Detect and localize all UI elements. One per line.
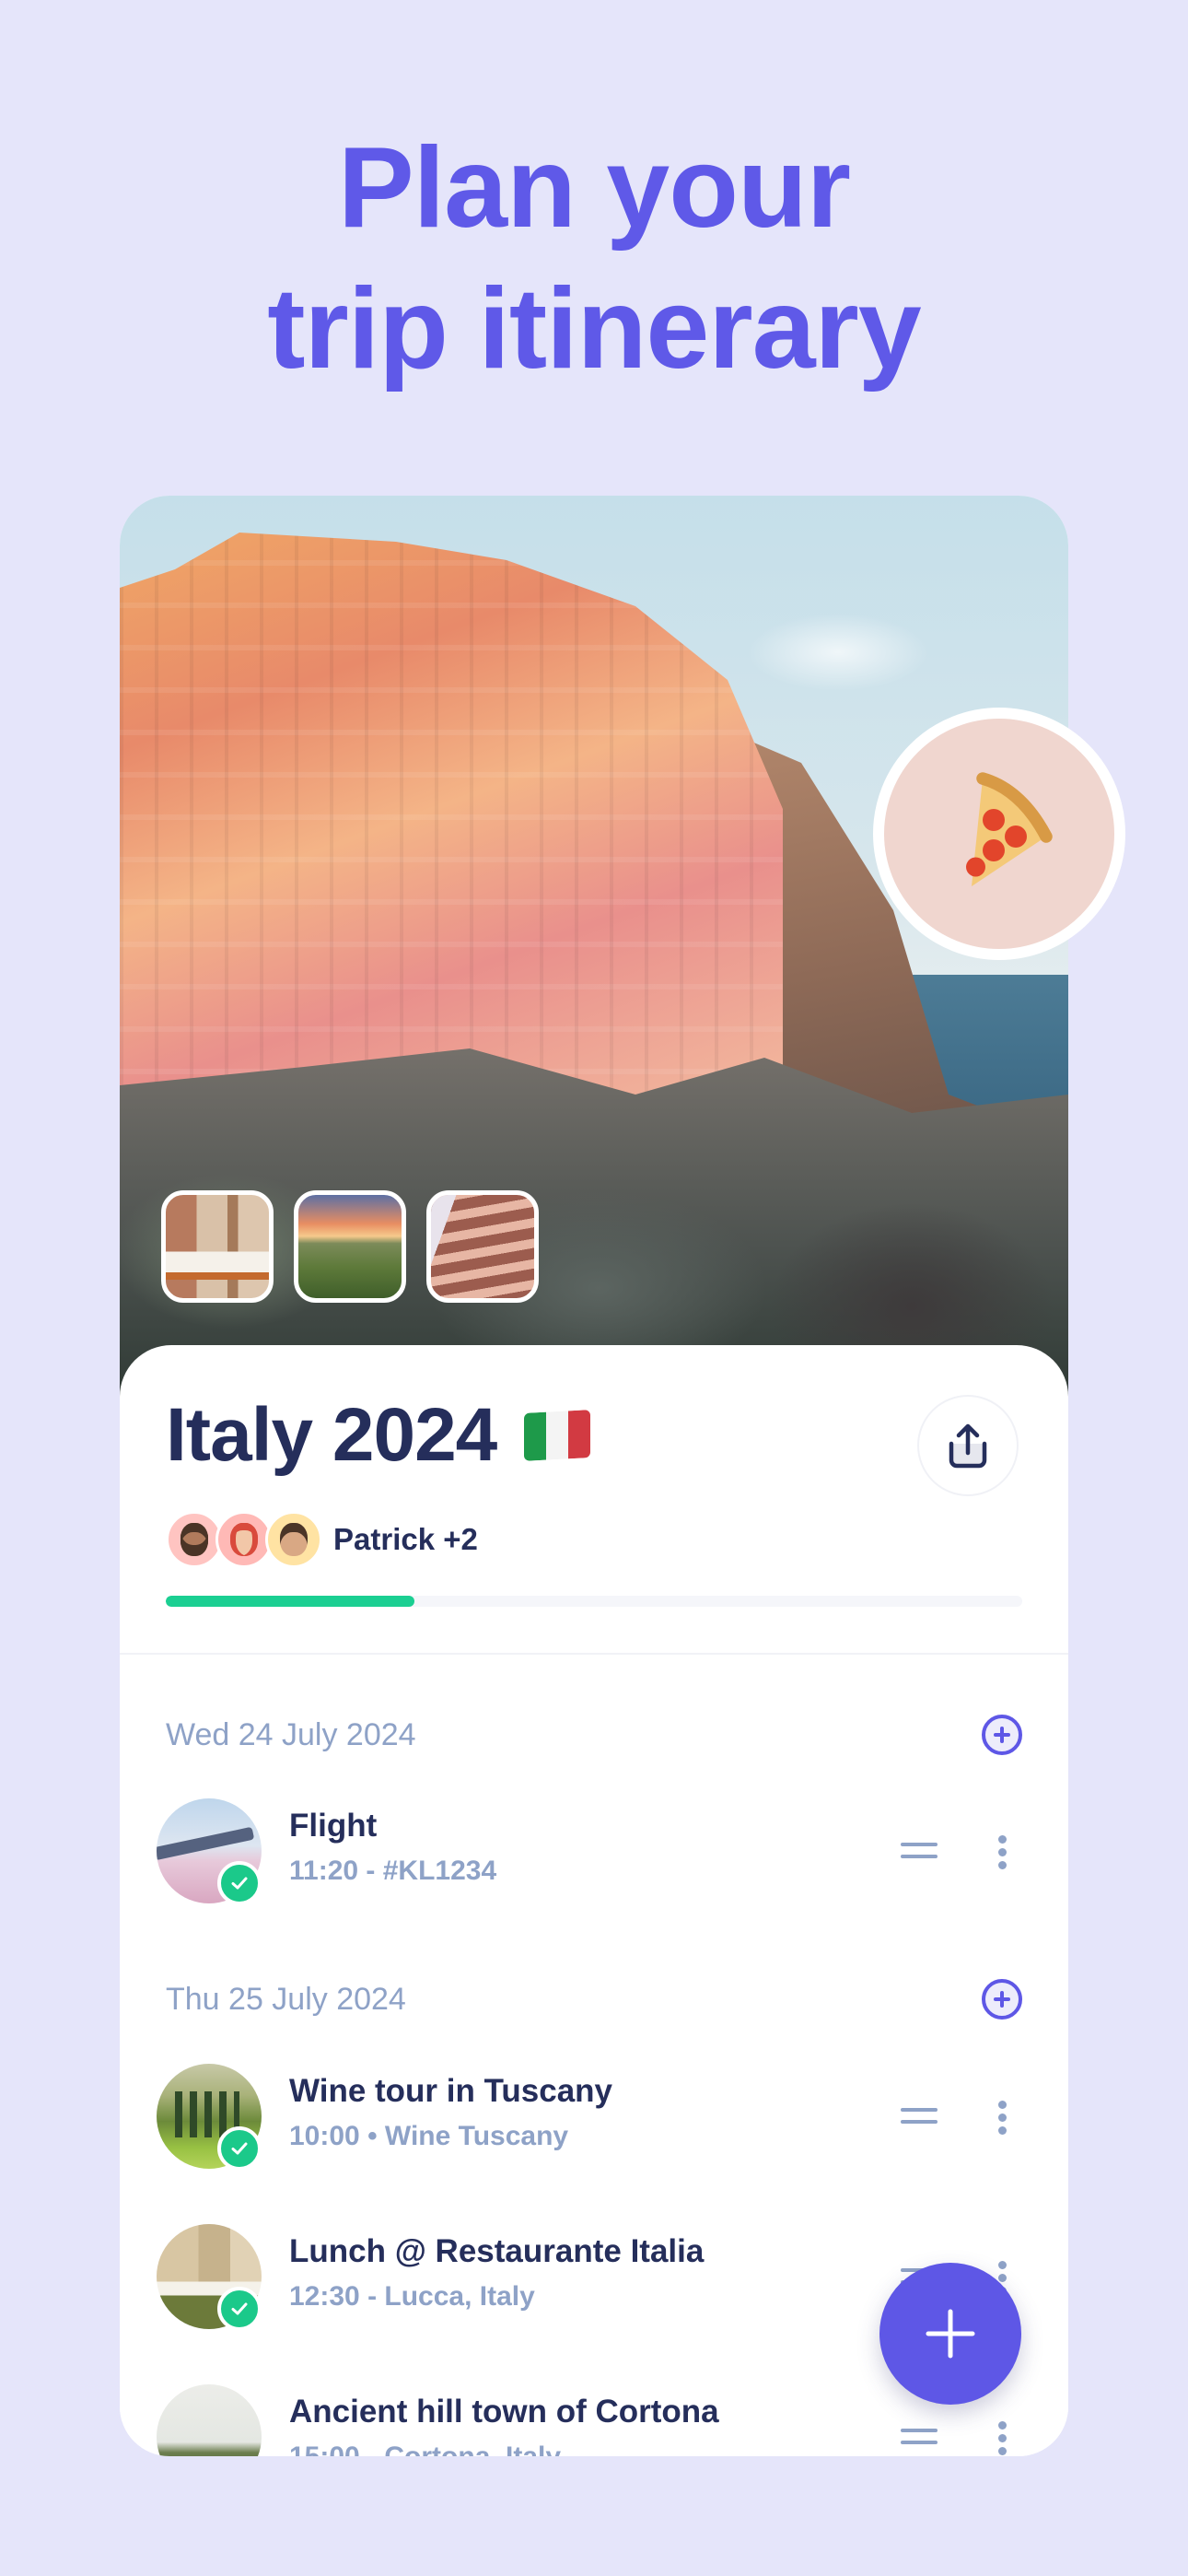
add-activity-button[interactable] [982,1979,1022,2020]
list-item[interactable]: Ancient hill town of Cortona 15:00 - Cor… [157,2384,1031,2456]
avatar [215,1511,273,1568]
more-options-icon[interactable] [996,2421,1007,2456]
avatar [166,1511,223,1568]
italy-flag-icon [524,1410,591,1461]
item-subtitle: 11:20 - #KL1234 [289,1856,497,1886]
thumbnail-tower[interactable] [426,1190,539,1303]
list-item[interactable]: Flight 11:20 - #KL1234 [157,1798,1031,1905]
item-title: Wine tour in Tuscany [289,2073,613,2109]
drag-handle-icon[interactable] [901,1843,938,1861]
add-activity-button[interactable] [982,1715,1022,1755]
trip-emoji-badge[interactable] [873,708,1125,960]
trip-progress-fill [166,1596,414,1607]
item-subtitle: 15:00 - Cortona, Italy [289,2441,561,2456]
add-item-fab[interactable] [879,2263,1021,2405]
item-subtitle: 10:00 • Wine Tuscany [289,2121,569,2151]
avatar [265,1511,322,1568]
photo-thumbnails [161,1190,539,1303]
item-title: Lunch @ Restaurante Italia [289,2233,705,2269]
drag-handle-icon[interactable] [901,2108,938,2126]
hero-image [120,496,1068,1399]
list-item[interactable]: Wine tour in Tuscany 10:00 • Wine Tuscan… [157,2064,1031,2171]
item-title: Ancient hill town of Cortona [289,2394,719,2430]
day-header: Thu 25 July 2024 [166,1976,1022,2022]
day-label: Thu 25 July 2024 [166,1981,406,2017]
check-icon [217,2126,262,2171]
thumbnail-restaurant[interactable] [161,1190,274,1303]
share-button[interactable] [917,1395,1019,1496]
trip-title-text: Italy 2024 [166,1393,497,1477]
headline: Plan your trip itinerary [0,118,1188,400]
more-options-icon[interactable] [996,2101,1007,2137]
cortona-hill-photo [157,2384,262,2456]
plus-icon [926,2309,975,2359]
headline-line-2: trip itinerary [267,265,922,392]
thumbnail-sunset[interactable] [294,1190,406,1303]
members-label: Patrick +2 [333,1522,478,1556]
more-options-icon[interactable] [996,1835,1007,1872]
trip-members[interactable]: Patrick +2 [166,1511,478,1568]
trip-title: Italy 2024 [166,1389,591,1481]
check-icon [217,1861,262,1905]
divider [120,1653,1068,1655]
day-header: Wed 24 July 2024 [166,1712,1022,1758]
headline-line-1: Plan your [337,124,851,252]
item-title: Flight [289,1808,378,1844]
check-icon [217,2287,262,2331]
drag-handle-icon[interactable] [901,2429,938,2447]
pizza-icon [966,772,1053,886]
day-label: Wed 24 July 2024 [166,1716,416,1752]
trip-progress-bar [166,1596,1022,1607]
item-subtitle: 12:30 - Lucca, Italy [289,2281,535,2312]
share-icon [949,1423,987,1469]
